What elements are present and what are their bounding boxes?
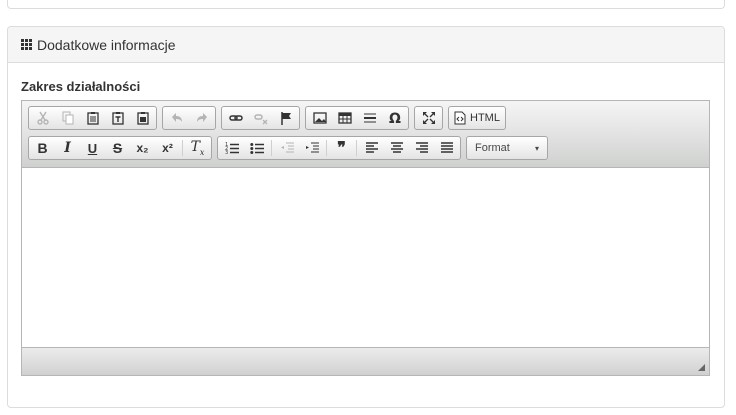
align-left-button[interactable] xyxy=(359,137,384,159)
redo-button[interactable] xyxy=(189,107,214,129)
anchor-flag-icon xyxy=(279,111,293,125)
source-html-label: HTML xyxy=(470,112,500,124)
clipboard-group xyxy=(28,106,157,130)
align-center-button[interactable] xyxy=(384,137,409,159)
paste-word-icon xyxy=(136,111,150,125)
source-html-icon xyxy=(454,111,466,125)
paste-text-icon xyxy=(111,111,125,125)
bold-icon: B xyxy=(37,140,48,156)
panel-title: Dodatkowe informacje xyxy=(37,36,176,53)
format-label: Format xyxy=(475,142,510,154)
table-icon xyxy=(337,111,352,125)
toolbar-separator xyxy=(182,140,183,156)
source-html-button[interactable]: HTML xyxy=(450,107,504,129)
toolbar-row-1: Ω HTML xyxy=(28,106,506,130)
redo-icon xyxy=(195,111,209,125)
undo-icon xyxy=(170,111,184,125)
outdent-button[interactable] xyxy=(274,137,299,159)
paragraph-group: 123 ❞ xyxy=(217,136,461,160)
align-center-icon xyxy=(390,141,404,155)
undo-button[interactable] xyxy=(164,107,189,129)
indent-icon xyxy=(305,141,319,155)
strike-button[interactable]: S xyxy=(105,137,130,159)
image-icon xyxy=(312,111,327,125)
justify-icon xyxy=(440,141,454,155)
toolbar-separator xyxy=(271,140,272,156)
link-button[interactable] xyxy=(223,107,248,129)
editor-bottom-bar xyxy=(22,348,709,375)
subscript-button[interactable]: x₂ xyxy=(130,137,155,159)
image-button[interactable] xyxy=(307,107,332,129)
editor-toolbar: Ω HTML B I U S x₂ x² Tx 1 2 3 ❞ Format ▾ xyxy=(22,101,709,168)
horizontal-line-icon xyxy=(363,111,377,125)
cut-icon xyxy=(36,111,50,125)
svg-text:3: 3 xyxy=(225,150,228,155)
numbered-list-button[interactable]: 123 xyxy=(219,137,244,159)
link-group xyxy=(221,106,300,130)
grid-icon xyxy=(21,38,33,51)
underline-icon: U xyxy=(87,140,98,156)
maximize-icon xyxy=(422,111,436,125)
superscript-button[interactable]: x² xyxy=(155,137,180,159)
paste-word-button[interactable] xyxy=(130,107,155,129)
underline-button[interactable]: U xyxy=(80,137,105,159)
maximize-group xyxy=(414,106,443,130)
anchor-button[interactable] xyxy=(273,107,298,129)
panel-heading: Dodatkowe informacje xyxy=(8,27,724,63)
blockquote-button[interactable]: ❞ xyxy=(329,137,354,159)
maximize-button[interactable] xyxy=(416,107,441,129)
editor-content-area[interactable] xyxy=(22,168,709,348)
field-label: Zakres działalności xyxy=(21,79,141,94)
align-right-button[interactable] xyxy=(409,137,434,159)
subscript-icon: x₂ xyxy=(136,141,149,155)
bulleted-list-button[interactable] xyxy=(244,137,269,159)
toolbar-separator xyxy=(326,140,327,156)
insert-group: Ω xyxy=(305,106,409,130)
align-right-icon xyxy=(415,141,429,155)
paste-text-button[interactable] xyxy=(105,107,130,129)
chevron-down-icon: ▾ xyxy=(534,143,539,153)
special-char-icon: Ω xyxy=(388,111,402,125)
cut-button[interactable] xyxy=(30,107,55,129)
svg-text:Ω: Ω xyxy=(389,111,401,125)
bold-button[interactable]: B xyxy=(30,137,55,159)
unlink-button[interactable] xyxy=(248,107,273,129)
superscript-icon: x² xyxy=(162,141,173,155)
horizontal-line-button[interactable] xyxy=(357,107,382,129)
toolbar-row-2: B I U S x₂ x² Tx 123 ❞ Format ▾ xyxy=(28,136,548,160)
indent-button[interactable] xyxy=(299,137,324,159)
bulleted-list-icon xyxy=(249,141,264,155)
rich-text-editor: Ω HTML B I U S x₂ x² Tx 1 2 3 ❞ Format ▾ xyxy=(21,100,710,376)
justify-button[interactable] xyxy=(434,137,459,159)
unlink-icon xyxy=(253,111,268,125)
additional-info-panel: Dodatkowe informacje Zakres działalności xyxy=(7,26,725,408)
format-dropdown[interactable]: Format ▾ xyxy=(466,136,548,160)
strike-icon: S xyxy=(112,140,123,156)
resize-handle-icon[interactable] xyxy=(698,364,705,371)
previous-panel-edge xyxy=(7,0,725,9)
remove-format-icon: Tx xyxy=(190,139,205,157)
remove-format-button[interactable]: Tx xyxy=(185,137,210,159)
italic-button[interactable]: I xyxy=(55,137,80,159)
copy-button[interactable] xyxy=(55,107,80,129)
table-button[interactable] xyxy=(332,107,357,129)
italic-icon: I xyxy=(64,140,71,156)
special-char-button[interactable]: Ω xyxy=(382,107,407,129)
basic-styles-group: B I U S x₂ x² Tx xyxy=(28,136,212,160)
link-icon xyxy=(228,111,243,125)
toolbar-separator xyxy=(356,140,357,156)
paste-icon xyxy=(86,111,100,125)
copy-icon xyxy=(61,111,75,125)
numbered-list-icon: 123 xyxy=(225,141,239,155)
source-group: HTML xyxy=(448,106,506,130)
blockquote-icon: ❞ xyxy=(337,140,346,157)
outdent-icon xyxy=(280,141,294,155)
undo-group xyxy=(162,106,216,130)
paste-button[interactable] xyxy=(80,107,105,129)
align-left-icon xyxy=(365,141,379,155)
